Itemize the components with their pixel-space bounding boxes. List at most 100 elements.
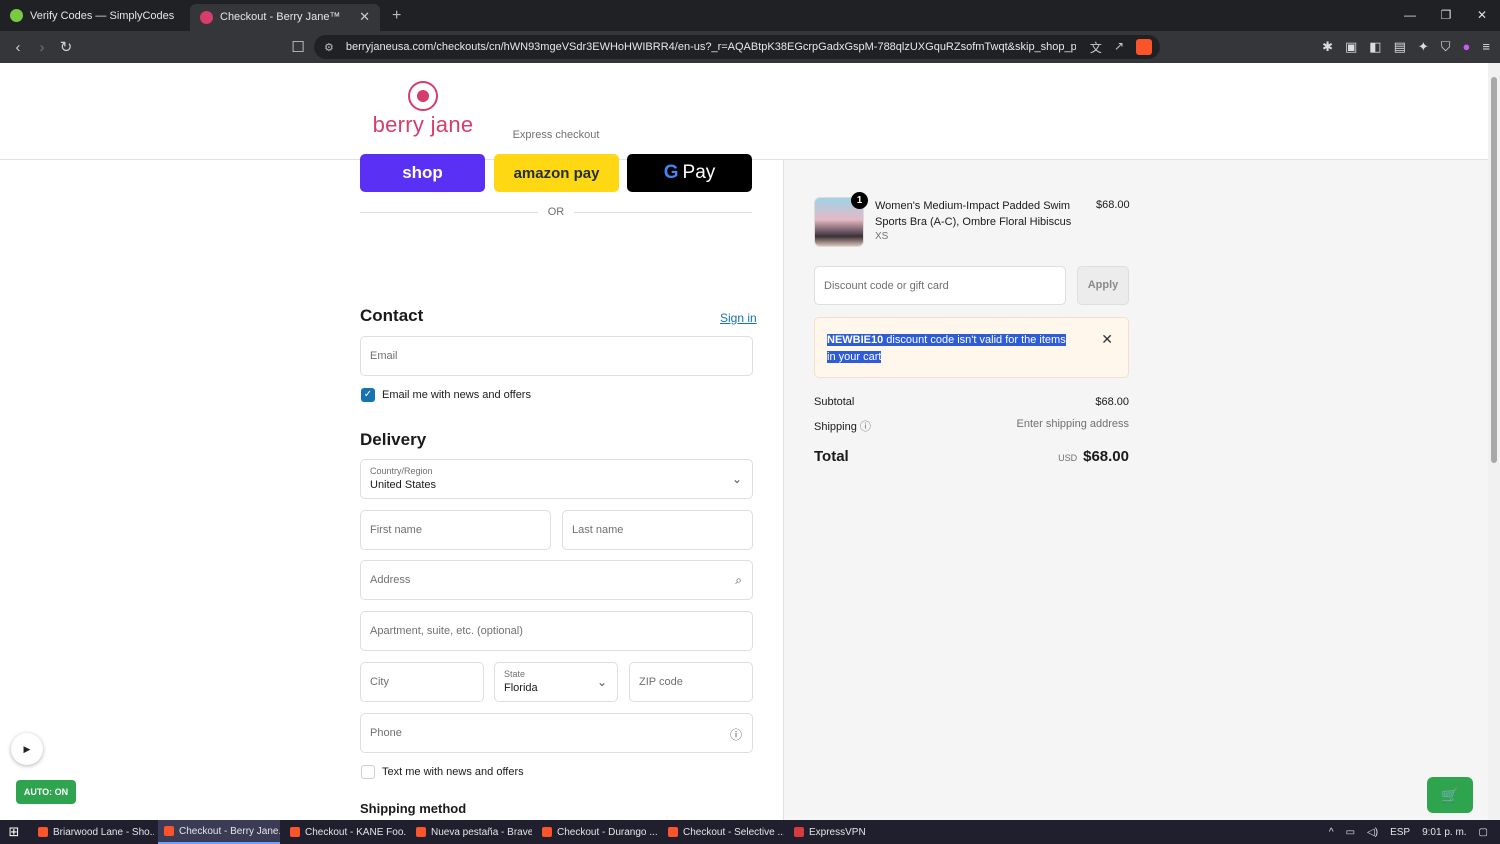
taskbar-item[interactable]: Checkout - Berry Jane...	[158, 820, 280, 844]
text-news-checkbox[interactable]	[361, 765, 375, 779]
taskbar-item[interactable]: Checkout - Selective ...	[662, 820, 784, 844]
brave-icon	[416, 827, 426, 837]
tab-label: Verify Codes — SimplyCodes	[30, 9, 175, 22]
close-icon[interactable]: ✕	[1101, 331, 1113, 348]
close-tab-icon[interactable]: ✕	[359, 9, 370, 25]
subtotal-row: Subtotal $68.00	[814, 396, 1129, 408]
volume-icon[interactable]: ◁)	[1367, 827, 1378, 838]
discount-placeholder: Discount code or gift card	[824, 280, 949, 292]
back-icon[interactable]: ‹	[6, 39, 30, 56]
phone-placeholder: Phone	[370, 727, 402, 739]
quantity-badge: 1	[851, 192, 868, 209]
google-pay-label: Pay	[682, 162, 716, 183]
email-field[interactable]: Email	[360, 336, 753, 376]
profile-icon[interactable]: ●	[1463, 39, 1471, 55]
email-news-checkbox[interactable]: ✓	[361, 388, 375, 402]
browser-toolbar: ‹ › ↻ ☐ ⚙ berryjaneusa.com/checkouts/cn/…	[0, 31, 1500, 63]
translate-icon[interactable]: 文	[1090, 39, 1102, 56]
taskbar-item-label: Checkout - Berry Jane...	[179, 825, 280, 837]
or-divider: OR	[360, 206, 752, 218]
vpn-icon[interactable]: ⛉	[1441, 39, 1451, 55]
new-tab-icon[interactable]: +	[392, 7, 401, 25]
city-placeholder: City	[370, 676, 389, 688]
order-summary-pane	[783, 160, 1488, 820]
apply-button[interactable]: Apply	[1077, 266, 1129, 305]
taskbar-item-label: Checkout - Durango ...	[557, 826, 658, 838]
language-indicator[interactable]: ESP	[1390, 827, 1410, 838]
shipping-value: Enter shipping address	[1016, 418, 1129, 430]
chevron-down-icon: ⌄	[731, 472, 742, 486]
taskbar-item[interactable]: ExpressVPN	[788, 820, 910, 844]
address-field[interactable]: Address ⌕	[360, 560, 753, 600]
wallet-icon[interactable]: ▤	[1394, 39, 1406, 55]
phone-field[interactable]: Phone ⓘ	[360, 713, 753, 753]
notifications-icon[interactable]: ▢	[1479, 827, 1488, 838]
forward-icon[interactable]: ›	[30, 39, 54, 56]
brave-icon	[38, 827, 48, 837]
play-icon[interactable]: ▶	[11, 733, 43, 765]
page-scrollbar[interactable]	[1488, 63, 1500, 820]
auto-toggle-button[interactable]: AUTO: ON	[16, 780, 76, 804]
expressvpn-icon	[794, 827, 804, 837]
close-window-icon[interactable]: ✕	[1464, 0, 1500, 31]
tab-checkout-berry-jane[interactable]: Checkout - Berry Jane™ ✕	[190, 3, 380, 31]
last-name-field[interactable]: Last name	[562, 510, 753, 550]
taskbar-item[interactable]: Nueva pestaña - Brave	[410, 820, 532, 844]
reload-icon[interactable]: ↻	[54, 38, 78, 56]
taskbar-item-label: Checkout - KANE Foo...	[305, 826, 406, 838]
leo-ai-icon[interactable]: ✦	[1418, 39, 1429, 55]
page-header: berry jane	[0, 63, 1488, 160]
sign-in-link[interactable]: Sign in	[720, 311, 757, 325]
country-select[interactable]: Country/Region United States ⌄	[360, 459, 753, 499]
discount-error-text: NEWBIE10 discount code isn't valid for t…	[827, 332, 1077, 366]
taskbar-item[interactable]: Briarwood Lane - Sho...	[32, 820, 154, 844]
state-value: Florida	[504, 682, 538, 694]
help-icon[interactable]: ⓘ	[730, 726, 742, 743]
help-icon[interactable]: ⓘ	[860, 421, 871, 433]
tab-label: Checkout - Berry Jane™	[220, 11, 341, 23]
delivery-title: Delivery	[360, 430, 427, 449]
product-price: $68.00	[1096, 199, 1130, 211]
site-settings-icon[interactable]: ⚙	[324, 41, 334, 54]
total-label: Total	[814, 448, 849, 465]
shipping-method-title: Shipping method	[360, 801, 467, 816]
amazon-pay-button[interactable]: amazon pay	[494, 154, 619, 192]
discount-code: NEWBIE10	[827, 334, 884, 346]
city-field[interactable]: City	[360, 662, 484, 702]
zip-field[interactable]: ZIP code	[629, 662, 753, 702]
cart-icon[interactable]: 🛒	[1427, 777, 1473, 813]
google-pay-button[interactable]: G Pay	[627, 154, 752, 192]
taskbar-item-label: Nueva pestaña - Brave	[431, 826, 532, 838]
address-bar[interactable]: ⚙ berryjaneusa.com/checkouts/cn/hWN93mge…	[314, 35, 1160, 59]
taskbar-item-label: ExpressVPN	[809, 826, 866, 838]
brave-icon	[164, 826, 174, 836]
express-checkout-label: Express checkout	[512, 129, 600, 141]
brave-icon	[668, 827, 678, 837]
chevron-down-icon: ⌄	[596, 675, 607, 689]
bookmark-icon[interactable]: ☐	[286, 38, 310, 56]
apartment-field[interactable]: Apartment, suite, etc. (optional)	[360, 611, 753, 651]
taskbar-item[interactable]: Checkout - KANE Foo...	[284, 820, 406, 844]
chevron-up-icon[interactable]: ^	[1329, 827, 1334, 838]
tab-search-icon[interactable]: ▣	[1345, 39, 1357, 55]
extensions-icon[interactable]: ✱	[1322, 39, 1333, 55]
windows-start-icon[interactable]: ⊞	[0, 824, 28, 840]
address-placeholder: Address	[370, 574, 411, 586]
restore-icon[interactable]: ❐	[1428, 0, 1464, 31]
state-select[interactable]: State Florida ⌄	[494, 662, 618, 702]
first-name-field[interactable]: First name	[360, 510, 551, 550]
share-icon[interactable]: ↗	[1114, 39, 1124, 56]
berry-jane-favicon-icon	[200, 10, 213, 24]
shop-pay-button[interactable]: shop	[360, 154, 485, 192]
tab-simplycodes[interactable]: Verify Codes — SimplyCodes	[0, 0, 190, 31]
discount-code-field[interactable]: Discount code or gift card	[814, 266, 1066, 305]
network-icon[interactable]: ▭	[1346, 827, 1355, 838]
discount-error-alert: NEWBIE10 discount code isn't valid for t…	[814, 317, 1129, 378]
menu-icon[interactable]: ≡	[1482, 39, 1490, 55]
taskbar-item[interactable]: Checkout - Durango ...	[536, 820, 658, 844]
brave-shields-icon[interactable]	[1136, 38, 1152, 55]
clock[interactable]: 9:01 p. m.	[1422, 827, 1466, 838]
sidebar-icon[interactable]: ◧	[1369, 39, 1381, 55]
scroll-thumb[interactable]	[1491, 77, 1497, 463]
minimize-icon[interactable]: —	[1392, 0, 1428, 31]
